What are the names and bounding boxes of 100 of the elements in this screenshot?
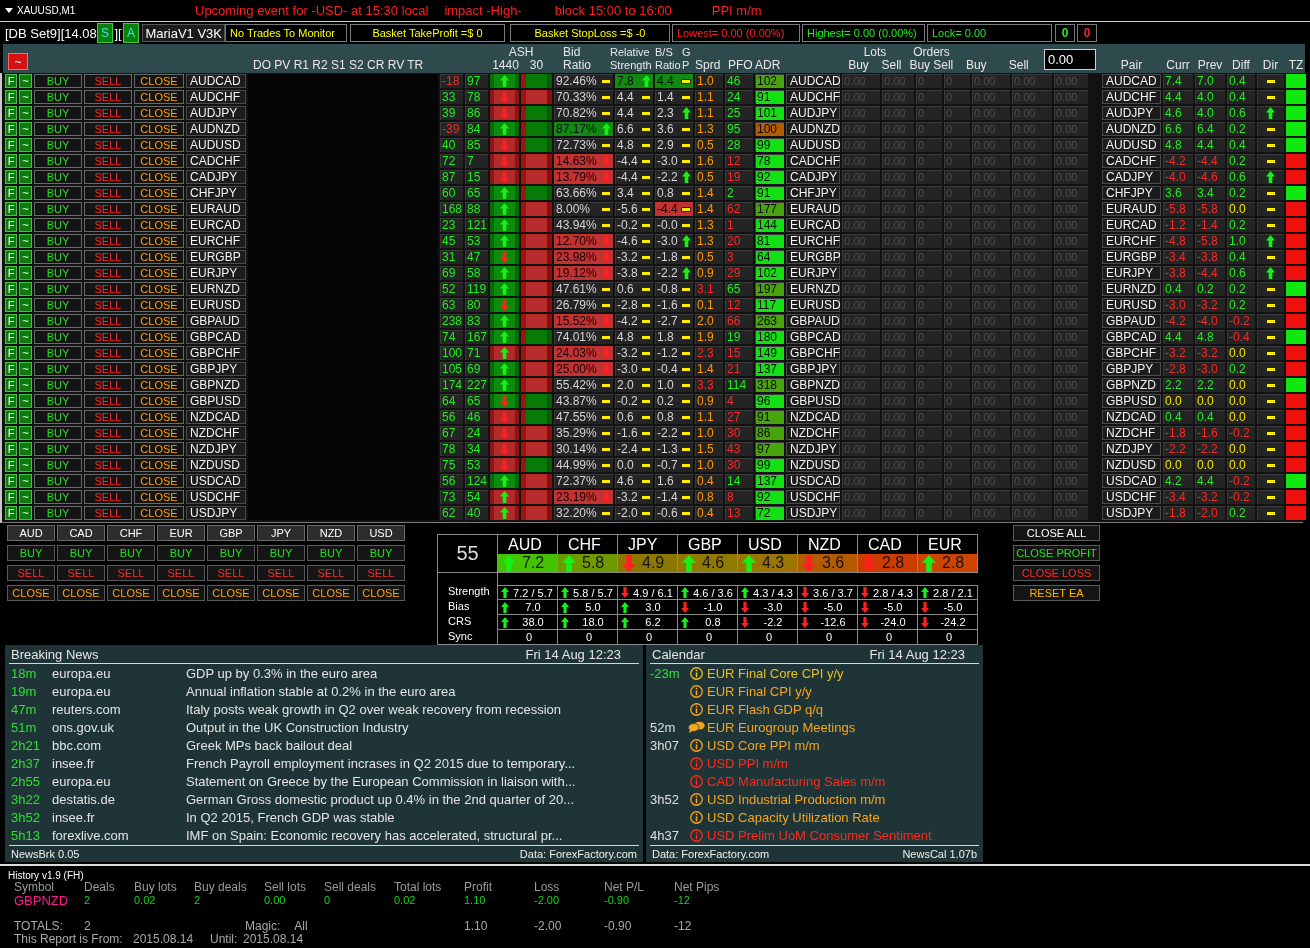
sell-button[interactable]: SELL [84,250,132,264]
sell-button[interactable]: SELL [84,234,132,248]
close-button[interactable]: CLOSE [134,170,184,184]
tilde-button[interactable]: ~ [19,138,32,152]
sell-button[interactable]: SELL [307,565,355,581]
sell-button[interactable]: SELL [84,282,132,296]
lot-size-field[interactable]: 0.00 [1044,48,1096,70]
f-button[interactable]: F [5,202,17,216]
close-button[interactable]: CLOSE [357,585,405,601]
buy-button[interactable]: BUY [34,202,82,216]
close-button[interactable]: CLOSE [134,122,184,136]
f-button[interactable]: F [5,394,17,408]
action-button[interactable]: RESET EA [1013,585,1100,601]
f-button[interactable]: F [5,410,17,424]
tilde-button[interactable]: ~ [19,346,32,360]
tilde-button[interactable]: ~ [19,410,32,424]
close-button[interactable]: CLOSE [134,90,184,104]
buy-button[interactable]: BUY [257,545,305,561]
buy-button[interactable]: BUY [34,346,82,360]
close-button[interactable]: CLOSE [134,186,184,200]
f-button[interactable]: F [5,186,17,200]
f-button[interactable]: F [5,330,17,344]
tilde-button[interactable]: ~ [19,394,32,408]
sell-button[interactable]: SELL [84,506,132,520]
sell-button[interactable]: SELL [84,378,132,392]
close-button[interactable]: CLOSE [134,74,184,88]
f-button[interactable]: F [5,170,17,184]
close-button[interactable]: CLOSE [57,585,105,601]
sell-button[interactable]: SELL [84,490,132,504]
f-button[interactable]: F [5,234,17,248]
f-button[interactable]: F [5,250,17,264]
sell-button[interactable]: SELL [207,565,255,581]
sell-button[interactable]: SELL [84,394,132,408]
sell-button[interactable]: SELL [84,154,132,168]
buy-button[interactable]: BUY [357,545,405,561]
tilde-button[interactable]: ~ [19,298,32,312]
close-button[interactable]: CLOSE [134,154,184,168]
buy-button[interactable]: BUY [34,394,82,408]
tilde-button[interactable]: ~ [19,234,32,248]
close-button[interactable]: CLOSE [134,410,184,424]
buy-button[interactable]: BUY [34,266,82,280]
f-button[interactable]: F [5,426,17,440]
tilde-button[interactable]: ~ [19,378,32,392]
tilde-button[interactable]: ~ [8,53,28,70]
buy-button[interactable]: BUY [34,122,82,136]
buy-button[interactable]: BUY [107,545,155,561]
buy-button[interactable]: BUY [34,234,82,248]
buy-button[interactable]: BUY [34,74,82,88]
sell-button[interactable]: SELL [84,458,132,472]
f-button[interactable]: F [5,362,17,376]
f-button[interactable]: F [5,298,17,312]
close-button[interactable]: CLOSE [134,330,184,344]
s-button[interactable]: S [96,23,114,43]
close-button[interactable]: CLOSE [134,266,184,280]
close-button[interactable]: CLOSE [134,218,184,232]
buy-button[interactable]: BUY [34,426,82,440]
close-button[interactable]: CLOSE [134,506,184,520]
buy-button[interactable]: BUY [34,138,82,152]
f-button[interactable]: F [5,378,17,392]
tilde-button[interactable]: ~ [19,90,32,104]
close-button[interactable]: CLOSE [134,426,184,440]
close-button[interactable]: CLOSE [134,458,184,472]
close-button[interactable]: CLOSE [207,585,255,601]
tilde-button[interactable]: ~ [19,330,32,344]
f-button[interactable]: F [5,282,17,296]
close-button[interactable]: CLOSE [107,585,155,601]
f-button[interactable]: F [5,346,17,360]
f-button[interactable]: F [5,218,17,232]
buy-button[interactable]: BUY [34,474,82,488]
close-button[interactable]: CLOSE [134,298,184,312]
buy-button[interactable]: BUY [307,545,355,561]
close-button[interactable]: CLOSE [134,346,184,360]
sell-button[interactable]: SELL [57,565,105,581]
buy-button[interactable]: BUY [34,170,82,184]
tilde-button[interactable]: ~ [19,202,32,216]
tilde-button[interactable]: ~ [19,170,32,184]
buy-button[interactable]: BUY [34,506,82,520]
tilde-button[interactable]: ~ [19,122,32,136]
f-button[interactable]: F [5,506,17,520]
f-button[interactable]: F [5,474,17,488]
f-button[interactable]: F [5,314,17,328]
buy-button[interactable]: BUY [34,410,82,424]
close-button[interactable]: CLOSE [134,394,184,408]
f-button[interactable]: F [5,138,17,152]
sell-button[interactable]: SELL [84,90,132,104]
tilde-button[interactable]: ~ [19,106,32,120]
buy-button[interactable]: BUY [34,378,82,392]
buy-button[interactable]: BUY [34,330,82,344]
close-button[interactable]: CLOSE [134,138,184,152]
close-button[interactable]: CLOSE [134,106,184,120]
close-button[interactable]: CLOSE [134,234,184,248]
f-button[interactable]: F [5,90,17,104]
tilde-button[interactable]: ~ [19,426,32,440]
close-button[interactable]: CLOSE [134,250,184,264]
close-button[interactable]: CLOSE [257,585,305,601]
sell-button[interactable]: SELL [84,122,132,136]
sell-button[interactable]: SELL [84,426,132,440]
close-button[interactable]: CLOSE [134,362,184,376]
buy-button[interactable]: BUY [34,490,82,504]
f-button[interactable]: F [5,154,17,168]
